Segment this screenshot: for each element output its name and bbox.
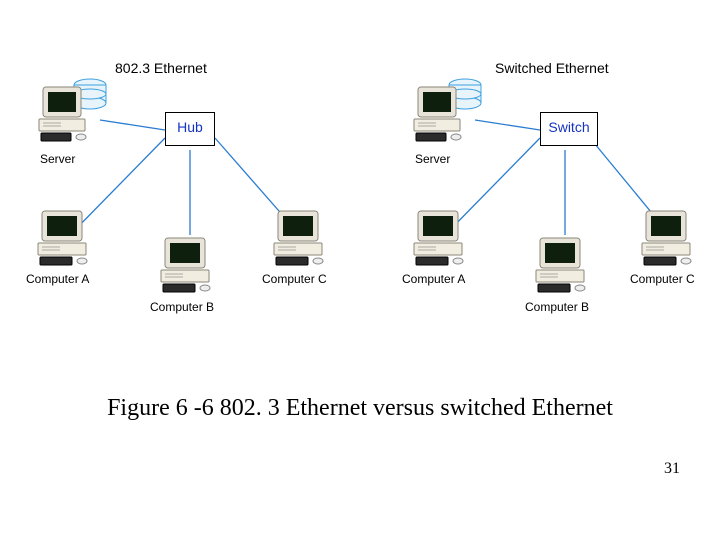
label-server-left: Server bbox=[40, 152, 75, 166]
label-compB-left: Computer B bbox=[150, 300, 214, 314]
switch-box: Switch bbox=[540, 112, 598, 146]
hub-label: Hub bbox=[177, 119, 203, 135]
figure-caption: Figure 6 -6 802. 3 Ethernet versus switc… bbox=[0, 395, 720, 422]
hub-box: Hub bbox=[165, 112, 215, 146]
page-number: 31 bbox=[664, 460, 680, 478]
switch-label: Switch bbox=[548, 119, 589, 135]
computerA-icon-left bbox=[32, 205, 102, 275]
title-right: Switched Ethernet bbox=[495, 60, 609, 76]
computerC-icon-right bbox=[636, 205, 706, 275]
label-compA-left: Computer A bbox=[26, 272, 89, 286]
label-compC-left: Computer C bbox=[262, 272, 327, 286]
label-server-right: Server bbox=[415, 152, 450, 166]
computerB-icon-right bbox=[530, 232, 600, 302]
computerB-icon-left bbox=[155, 232, 225, 302]
computerA-icon-right bbox=[408, 205, 478, 275]
label-compC-right: Computer C bbox=[630, 272, 695, 286]
server-icon bbox=[35, 75, 115, 155]
label-compB-right: Computer B bbox=[525, 300, 589, 314]
server-icon-right bbox=[410, 75, 490, 155]
title-left: 802.3 Ethernet bbox=[115, 60, 207, 76]
label-compA-right: Computer A bbox=[402, 272, 465, 286]
diagram-stage: 802.3 Ethernet Server Hub Computer A bbox=[0, 0, 720, 540]
wires bbox=[0, 0, 720, 360]
computerC-icon-left bbox=[268, 205, 338, 275]
